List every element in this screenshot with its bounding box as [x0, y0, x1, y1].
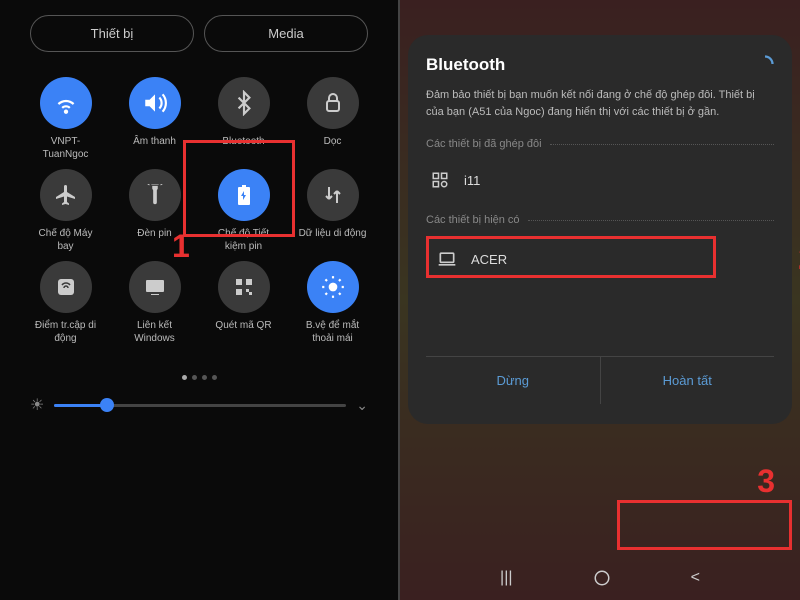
highlight-step2: ACER	[426, 236, 716, 278]
tile-label: Dọc	[324, 135, 342, 148]
highlight-step3	[617, 500, 792, 550]
tile-rotation[interactable]: Dọc	[292, 77, 373, 161]
tabs-row: Thiết bị Media	[15, 15, 383, 52]
tab-media[interactable]: Media	[204, 15, 368, 52]
windows-icon	[129, 261, 181, 313]
dialog-buttons: Dừng Hoàn tất	[426, 356, 774, 404]
hotspot-icon	[40, 261, 92, 313]
brightness-icon: ☀	[30, 395, 44, 415]
android-navbar: ||| <	[400, 569, 800, 592]
available-devices-header: Các thiết bị hiện có	[426, 214, 774, 226]
annotation-step1: 1	[172, 228, 190, 265]
quick-settings-panel: Thiết bị Media VNPT-TuanNgoc Âm thanh Bl…	[0, 0, 400, 600]
back-button[interactable]: <	[691, 569, 700, 592]
bluetooth-description: Đảm bảo thiết bị bạn muốn kết nối đang ở…	[426, 87, 774, 120]
flashlight-icon	[129, 169, 181, 221]
recents-button[interactable]: |||	[500, 569, 512, 592]
tile-label: B.vệ để mắt thoải mái	[298, 319, 368, 345]
tile-windows-link[interactable]: Liên kết Windows	[114, 261, 195, 345]
lock-icon	[307, 77, 359, 129]
brightness-row: ☀ ⌄	[15, 395, 383, 415]
airplane-icon	[40, 169, 92, 221]
tile-mobile-data[interactable]: Dữ liệu di động	[292, 169, 373, 253]
highlight-step1	[183, 140, 295, 237]
sound-icon	[129, 77, 181, 129]
chevron-down-icon[interactable]: ⌄	[356, 397, 368, 414]
bluetooth-dialog: Bluetooth Đảm bảo thiết bị bạn muốn kết …	[408, 35, 792, 424]
paired-devices-header: Các thiết bị đã ghép đôi	[426, 138, 774, 150]
device-name: i11	[464, 173, 480, 188]
done-button[interactable]: Hoàn tất	[601, 357, 775, 404]
laptop-icon	[437, 249, 457, 269]
tile-qr-scan[interactable]: Quét mã QR	[203, 261, 284, 345]
tile-label: Liên kết Windows	[120, 319, 190, 345]
tile-label: Dữ liệu di động	[299, 227, 367, 240]
device-grid-icon	[430, 170, 450, 190]
tile-label: Quét mã QR	[215, 319, 271, 332]
bluetooth-panel-wrapper: Bluetooth Đảm bảo thiết bị bạn muốn kết …	[400, 0, 800, 600]
wifi-icon	[40, 77, 92, 129]
device-name: ACER	[471, 252, 507, 267]
pagination-dots	[15, 375, 383, 380]
tile-label: Đèn pin	[137, 227, 171, 240]
available-device-row[interactable]: ACER	[429, 239, 713, 279]
brightness-slider[interactable]	[54, 404, 346, 407]
tile-eye-comfort[interactable]: B.vệ để mắt thoải mái	[292, 261, 373, 345]
tile-label: Chế độ Máy bay	[31, 227, 101, 253]
bluetooth-icon	[218, 77, 270, 129]
tab-devices[interactable]: Thiết bị	[30, 15, 194, 52]
data-icon	[307, 169, 359, 221]
stop-button[interactable]: Dừng	[426, 357, 601, 404]
tile-label: VNPT-TuanNgoc	[31, 135, 101, 161]
tile-airplane[interactable]: Chế độ Máy bay	[25, 169, 106, 253]
qr-icon	[218, 261, 270, 313]
loading-spinner-icon	[756, 55, 774, 73]
tile-hotspot[interactable]: Điểm tr.cập di động	[25, 261, 106, 345]
eye-icon	[307, 261, 359, 313]
tile-wifi[interactable]: VNPT-TuanNgoc	[25, 77, 106, 161]
home-button[interactable]	[593, 569, 611, 592]
paired-device-row[interactable]: i11	[426, 160, 774, 200]
annotation-step3: 3	[757, 463, 775, 500]
tile-label: Điểm tr.cập di động	[31, 319, 101, 345]
tile-label: Âm thanh	[133, 135, 176, 148]
bluetooth-title: Bluetooth	[426, 55, 774, 75]
